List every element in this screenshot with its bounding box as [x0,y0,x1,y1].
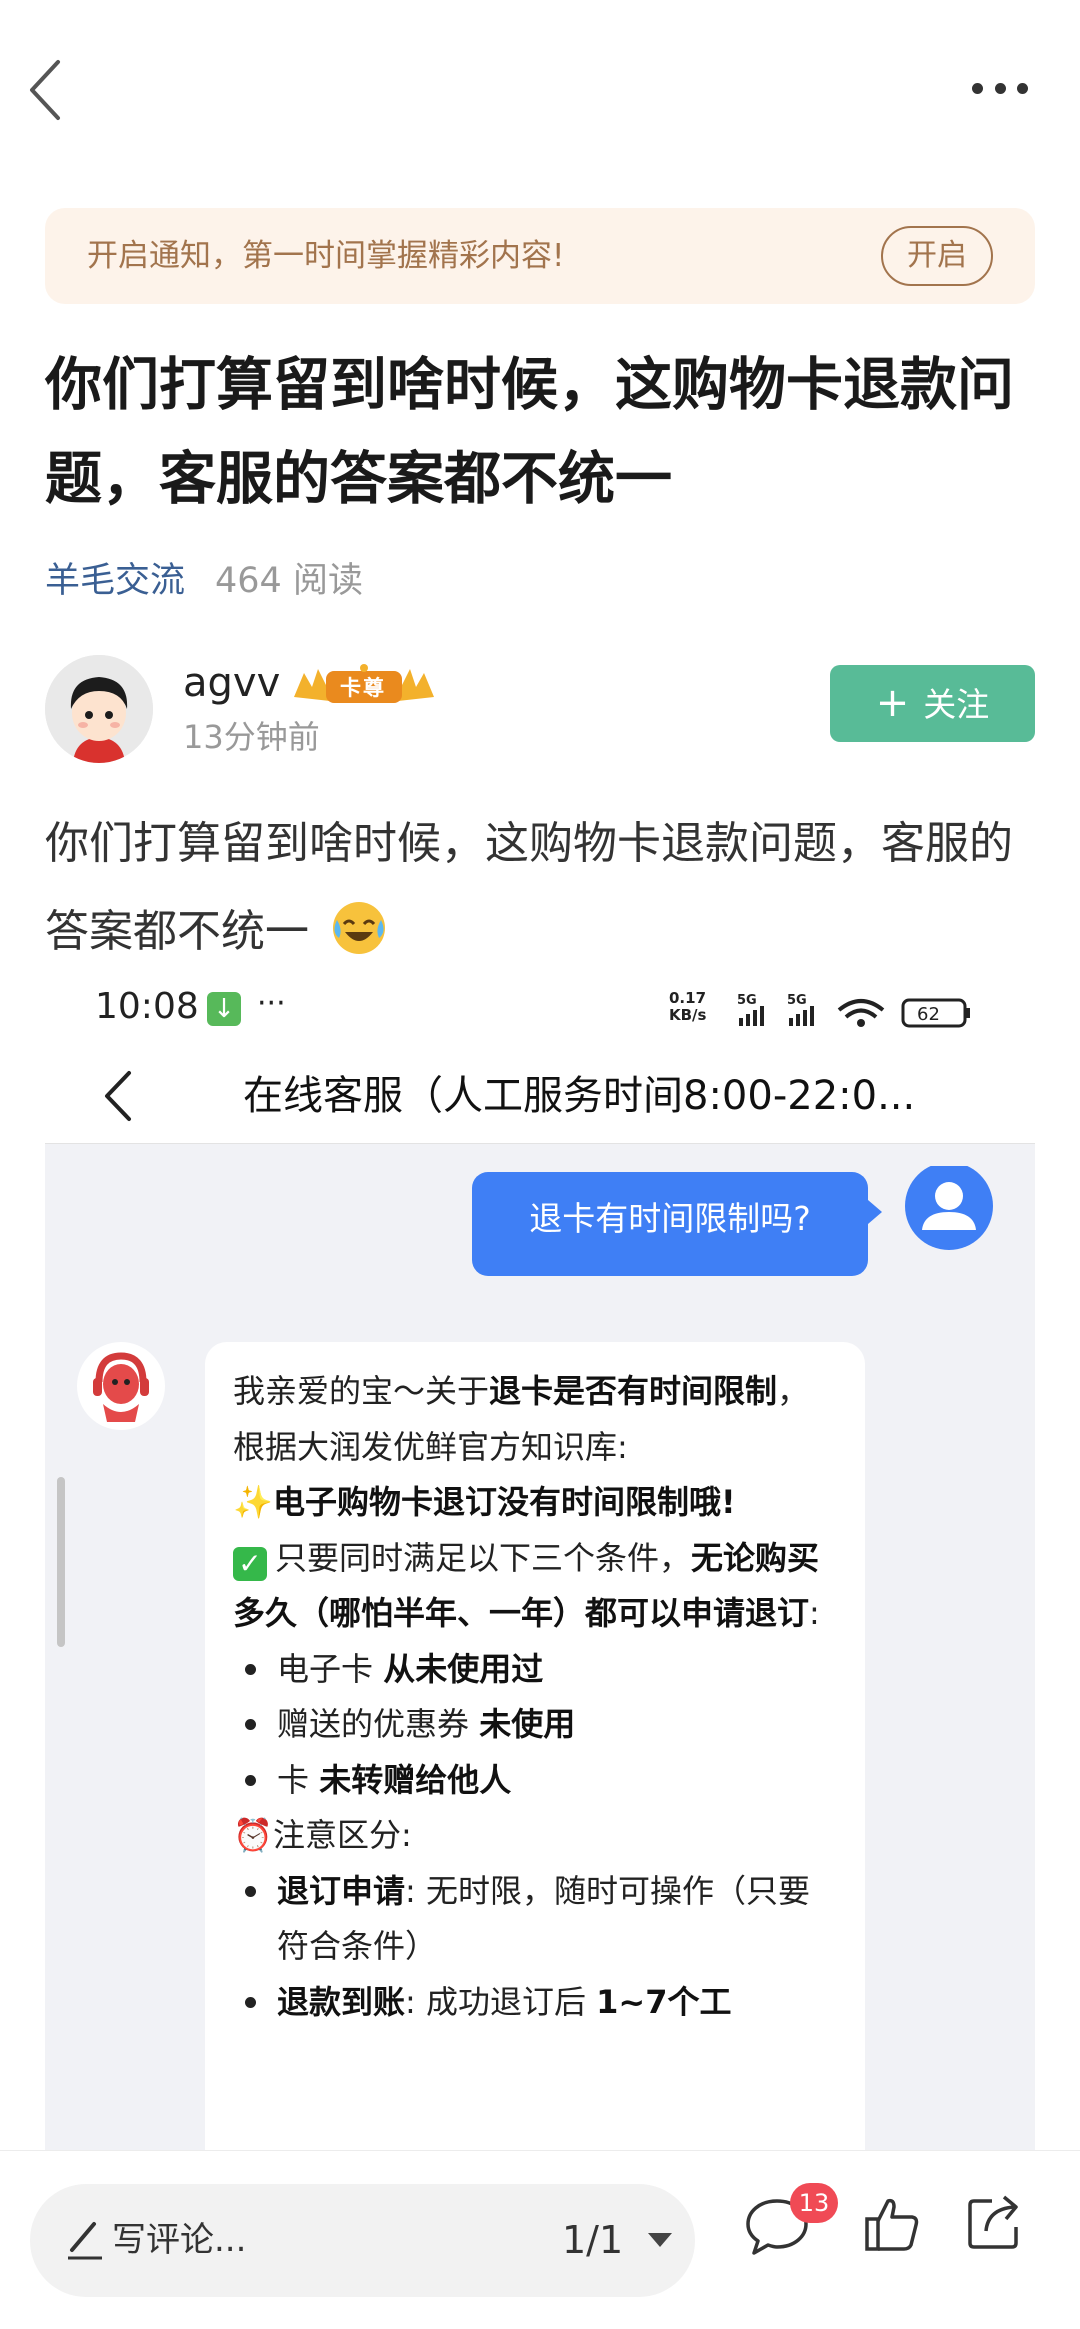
alarm-clock-icon: ⏰ [233,1816,273,1854]
plus-icon: + [875,680,910,726]
screenshot-status-bar: 10:08 ↓ ··· 0.17 KB/s 5G 5G 62 [45,972,1035,1048]
post-time: 13分钟前 [183,718,320,756]
read-count: 464 阅读 [215,561,363,601]
embedded-screenshot[interactable]: 10:08 ↓ ··· 0.17 KB/s 5G 5G 62 在线客服（人工服务… [45,972,1035,2150]
signal-wifi-battery-icons: 5G 5G 62 [737,993,970,1028]
notification-text: 开启通知，第一时间掌握精彩内容! [87,238,565,274]
author-name[interactable]: agvv [183,655,280,711]
status-time: 10:08 [95,986,199,1027]
bottom-bar: 写评论... 1/1 13 [0,2150,1080,2329]
condition-item: 卡 未转赠给他人 [233,1753,837,1809]
chat-title: 在线客服（人工服务时间8:00-22:0... [243,1073,916,1119]
user-avatar-icon [905,1166,993,1250]
note-title: ⏰注意区分: [233,1808,837,1864]
net-speed: 0.17 KB/s [669,990,706,1024]
notification-banner: 开启通知，第一时间掌握精彩内容! 开启 [45,208,1035,304]
post-body: 你们打算留到啥时候，这购物卡退款问题，客服的答案都不统一 [45,800,1035,976]
chat-header: 在线客服（人工服务时间8:00-22:0... [45,1048,1035,1144]
user-message-bubble: 退卡有时间限制吗? [472,1172,882,1276]
bot-message-bubble: 我亲爱的宝～关于退卡是否有时间限制，根据大润发优鲜官方知识库: ✨电子购物卡退订… [205,1342,865,2150]
more-options-icon[interactable] [972,80,1028,96]
user-message-text: 退卡有时间限制吗? [529,1199,811,1238]
comment-input[interactable]: 写评论... 1/1 [30,2184,695,2297]
badge-icon: 卡尊 [290,663,438,709]
svg-text:5G: 5G [737,993,757,1008]
condition-item: 电子卡 从未使用过 [233,1642,837,1698]
condition-item: 赠送的优惠券 未使用 [233,1697,837,1753]
note-item: 退订申请: 无时限，随时可操作（只要符合条件） [233,1864,837,1975]
net-speed-unit: KB/s [669,1006,707,1024]
thumbs-up-icon[interactable] [864,2195,920,2253]
badge-label: 卡尊 [340,676,386,700]
download-icon: ↓ [207,992,241,1026]
chat-back-icon[interactable] [103,1070,133,1122]
pencil-icon [68,2222,102,2260]
author-row: agvv 卡尊 13分钟前 + 关注 [45,655,1035,765]
post-title: 你们打算留到啥时候，这购物卡退款问题，客服的答案都不统一 [45,352,1014,512]
bot-conditions-intro: ✓ 只要同时满足以下三个条件，无论购买多久（哪怕半年、一年）都可以申请退订: [233,1538,820,1632]
post-meta: 羊毛交流 464 阅读 [45,556,363,606]
note-item: 退款到账: 成功退订后 1~7个工 [233,1975,837,2031]
caret-down-icon[interactable] [648,2233,672,2247]
svg-text:5G: 5G [787,993,807,1008]
post-body-text: 你们打算留到啥时候，这购物卡退款问题，客服的答案都不统一 [45,818,1013,957]
share-icon[interactable] [966,2193,1024,2251]
bot-headline: ✨电子购物卡退订没有时间限制哦! [233,1475,837,1531]
net-speed-value: 0.17 [669,989,707,1007]
comment-count-badge: 13 [790,2183,838,2223]
page-indicator[interactable]: 1/1 [562,2184,623,2297]
bot-avatar-icon [77,1342,165,1430]
follow-button[interactable]: + 关注 [830,665,1035,742]
enable-notification-button[interactable]: 开启 [881,226,993,286]
crying-laughing-emoji-icon [333,902,385,954]
back-icon[interactable] [26,58,66,122]
bot-greeting: 我亲爱的宝～关于退卡是否有时间限制，根据大润发优鲜官方知识库: [233,1372,810,1466]
category-link[interactable]: 羊毛交流 [45,561,185,601]
scrollbar[interactable] [57,1477,65,1647]
check-icon: ✓ [233,1546,267,1581]
comment-placeholder: 写评论... [112,2220,247,2260]
cartoon-boy-avatar-icon [45,655,153,763]
svg-text:62: 62 [917,1004,940,1025]
status-more: ··· [257,986,286,1021]
author-avatar[interactable] [45,655,153,763]
follow-label: 关注 [923,685,990,724]
sparkle-icon: ✨ [233,1483,273,1521]
top-bar [0,0,1080,180]
